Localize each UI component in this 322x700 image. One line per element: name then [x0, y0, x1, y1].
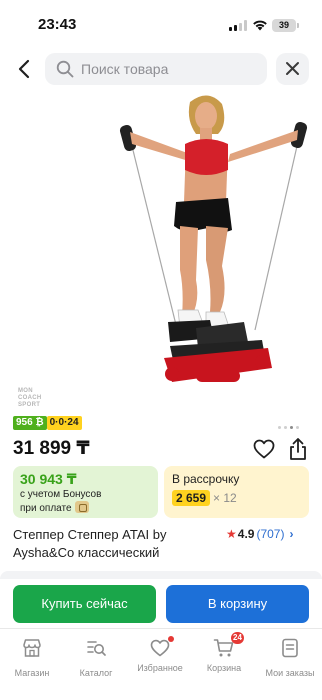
cart-count-badge: 24: [231, 632, 244, 644]
buy-now-button[interactable]: Купить сейчас: [13, 585, 156, 623]
chevron-right-icon: ›: [289, 527, 294, 541]
shop-icon: [23, 639, 41, 657]
bonus-badge: 956 ₿: [13, 416, 47, 430]
reviews-count: (707): [256, 527, 285, 541]
back-button[interactable]: [10, 53, 38, 85]
header: [0, 50, 322, 88]
wifi-icon: [253, 20, 267, 31]
bonus-coin-icon: [74, 501, 89, 513]
cellular-signal-icon: [229, 20, 247, 31]
search-bar[interactable]: [45, 53, 267, 85]
orders-icon: [282, 638, 298, 658]
status-bar: 23:43 39: [0, 0, 322, 50]
close-button[interactable]: [276, 53, 309, 85]
star-icon: ★: [226, 527, 237, 541]
rating-link[interactable]: ★4.9 (707) ›: [226, 527, 293, 541]
product-price: 31 899 ₸: [13, 438, 90, 459]
installment-card[interactable]: В рассрочку 2 659 × 12: [164, 466, 309, 518]
favorite-button[interactable]: [252, 437, 276, 461]
divider: [0, 571, 322, 579]
notification-dot: [168, 636, 174, 642]
rating-score: 4.9: [237, 527, 255, 541]
bonus-price-card[interactable]: 30 943 ₸ с учетом Бонусов при оплате: [13, 466, 158, 518]
search-input[interactable]: [81, 53, 261, 85]
battery-icon: 39: [272, 19, 299, 32]
image-pagination[interactable]: [278, 419, 302, 430]
installment-badge: 0·0·24: [46, 416, 82, 430]
tab-orders[interactable]: Мои заказы: [258, 637, 322, 678]
tab-favorites[interactable]: Избранное: [128, 636, 192, 673]
add-to-cart-button[interactable]: В корзину: [166, 585, 309, 623]
installment-count: × 12: [213, 491, 237, 505]
product-title: Степпер Степпер ATAI by Aysha&Co классич…: [13, 527, 167, 560]
search-icon: [56, 60, 74, 78]
installment-payment: 2 659 × 12: [172, 490, 237, 506]
image-watermark: MON COACH SPORT: [18, 388, 42, 408]
tab-catalog[interactable]: Каталог: [64, 637, 128, 678]
installment-title: В рассрочку: [172, 472, 240, 486]
bonus-price: 30 943 ₸: [20, 471, 77, 487]
share-button[interactable]: [286, 436, 310, 462]
price-badges: 956 ₿ 0·0·24: [13, 416, 82, 430]
bonus-note: с учетом Бонусов при оплате: [20, 489, 102, 514]
bottom-tab-bar: Магазин Каталог Избранное 24 Корзина Мои…: [0, 628, 322, 700]
installment-amount: 2 659: [172, 490, 211, 506]
catalog-icon: [87, 641, 106, 656]
tab-shop[interactable]: Магазин: [0, 637, 64, 678]
status-time: 23:43: [38, 16, 77, 33]
tab-cart[interactable]: 24 Корзина: [192, 632, 256, 673]
product-image[interactable]: [0, 90, 322, 408]
